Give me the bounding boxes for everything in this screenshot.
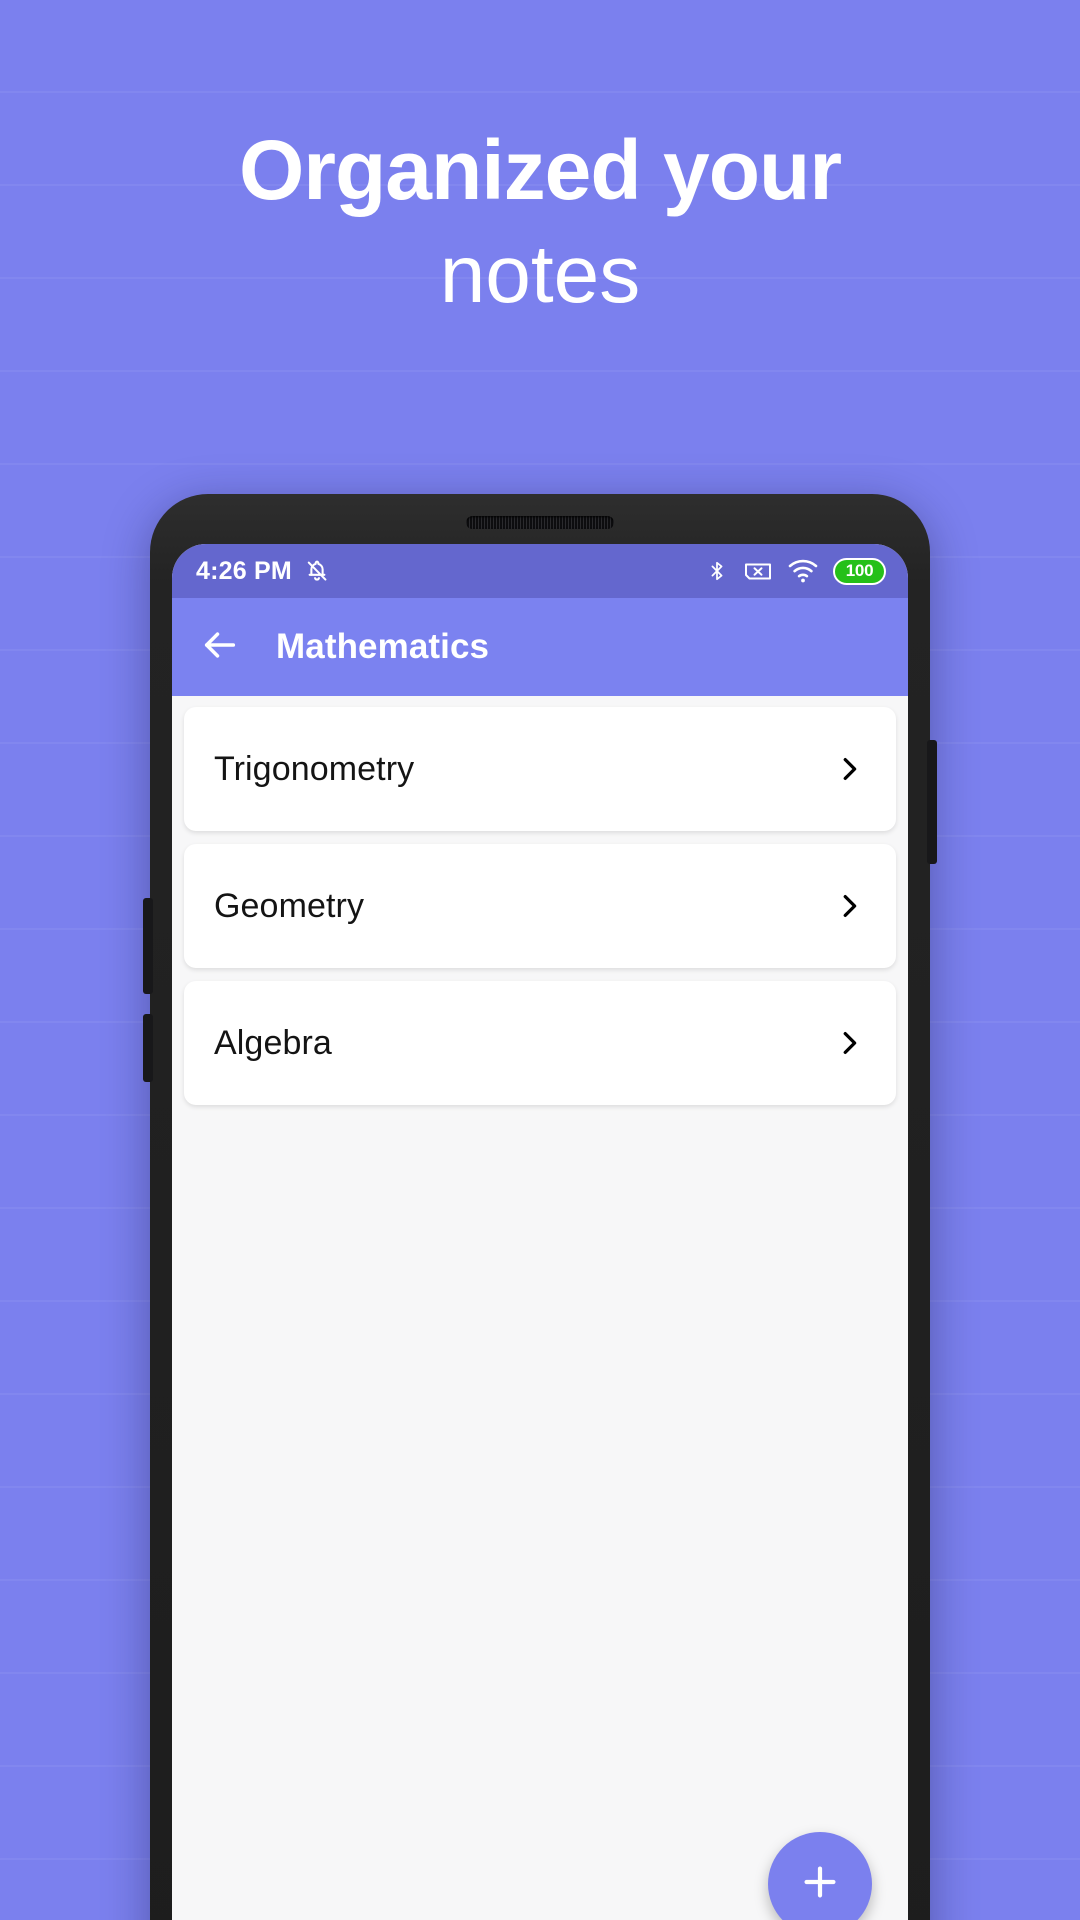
phone-screen: 4:26 PM 100 Mathematics Trigonometry Geo… [172,544,908,1920]
wifi-icon [788,559,818,584]
chevron-right-icon [834,891,864,921]
promo-title-line-1: Organized your [238,123,842,217]
list-item-label: Geometry [214,886,365,925]
app-bar: Mathematics [172,598,908,696]
chevron-right-icon [834,1028,864,1058]
app-bar-title: Mathematics [276,627,490,666]
bluetooth-icon [706,558,728,584]
battery-indicator: 100 [833,557,886,585]
promo-heading: Organized your notes [0,128,1080,316]
status-bar-left: 4:26 PM [196,557,330,586]
plus-icon [797,1859,843,1910]
notifications-muted-icon [304,558,330,584]
status-bar: 4:26 PM 100 [172,544,908,598]
topic-list: Trigonometry Geometry Algebra [172,696,908,1920]
battery-level-label: 100 [845,561,874,580]
add-note-fab[interactable] [768,1832,872,1920]
list-item-label: Trigonometry [214,749,415,788]
phone-earpiece-speaker [466,516,614,529]
phone-volume-up-button[interactable] [143,898,153,994]
status-bar-clock: 4:26 PM [196,556,292,585]
phone-volume-down-button[interactable] [143,1014,153,1082]
arrow-left-icon [200,625,240,670]
back-button[interactable] [198,625,242,669]
promo-backdrop: Organized your notes 4:26 PM 100 Mathema… [0,0,1080,1920]
list-item-label: Algebra [214,1023,332,1062]
status-bar-right: 100 [706,557,886,585]
list-item[interactable]: Geometry [184,844,896,968]
list-item[interactable]: Algebra [184,981,896,1105]
phone-mockup: 4:26 PM 100 Mathematics Trigonometry Geo… [143,494,937,1920]
chevron-right-icon [834,754,864,784]
promo-title-line-2: notes [439,229,641,320]
no-sim-icon [743,559,773,584]
list-item[interactable]: Trigonometry [184,707,896,831]
phone-power-button[interactable] [927,740,937,864]
